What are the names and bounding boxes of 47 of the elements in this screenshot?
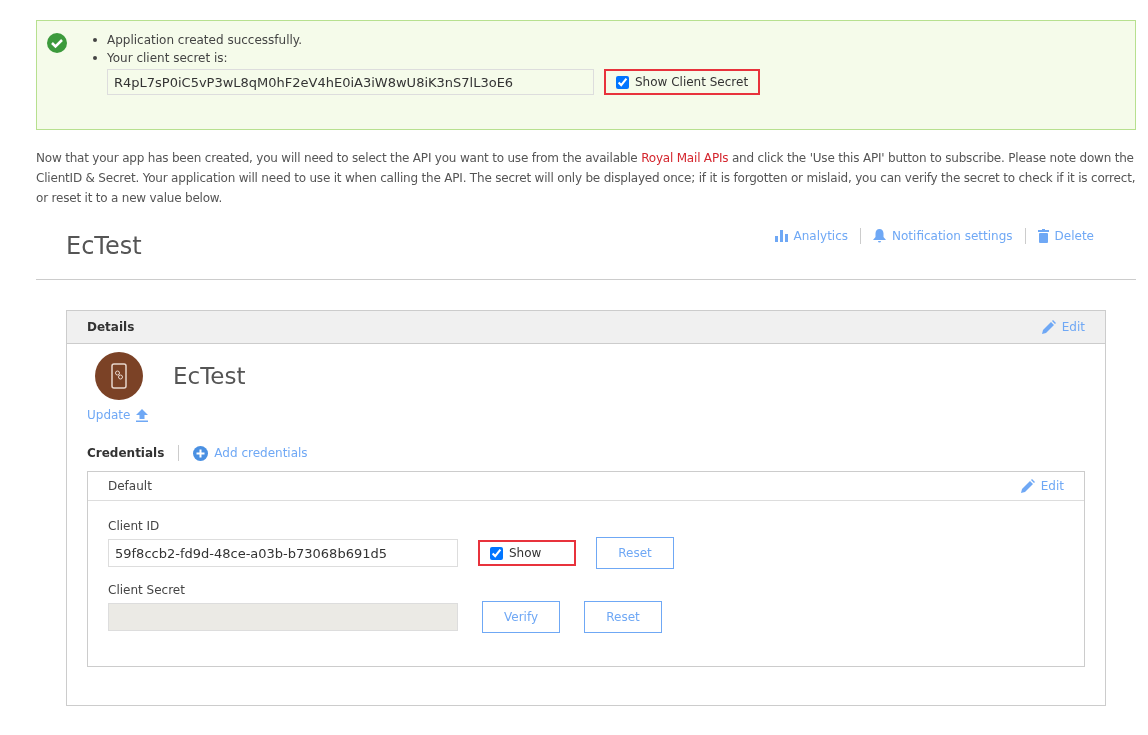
link-label: Add credentials xyxy=(214,446,308,460)
link-label: Edit xyxy=(1040,479,1064,493)
update-link[interactable]: Update xyxy=(87,408,149,422)
app-title: EcTest xyxy=(66,232,142,260)
pencil-icon xyxy=(1041,320,1056,334)
link-label: Analytics xyxy=(793,229,849,243)
client-secret-field[interactable]: R4pL7sP0iC5vP3wL8qM0hF2eV4hE0iA3iW8wU8iK3nS7lL3oE6 xyxy=(107,69,594,95)
bar-chart-icon xyxy=(774,230,788,242)
field-label: Client Secret xyxy=(108,583,186,597)
intro-paragraph: Now that your app has been created, you will need to select the API you want to use from the available Royal Mail APIs and click the 'Use this API' button to subscribe. Please note down the ClientID & Secret. Your application will need to use it when calling the API. The secret will only be displayed once; if it is forgotten or mislaid, you can verify the secret to check if it is correct, or reset it to a new value below. xyxy=(36,150,1136,207)
edit-link[interactable]: Edit xyxy=(1020,479,1064,493)
link-label: Notification settings xyxy=(892,229,1013,243)
client-id-field[interactable]: 59f8ccb2-fd9d-48ce-a03b-b73068b691d5 xyxy=(108,539,458,567)
pencil-icon xyxy=(1020,479,1035,493)
bullet-icon xyxy=(93,56,97,60)
check-circle-icon xyxy=(47,33,67,53)
checkbox-label: Show Client Secret xyxy=(635,75,749,89)
checkbox[interactable] xyxy=(616,75,629,89)
checkbox-label: Show xyxy=(509,546,542,560)
royal-mail-apis-link[interactable]: Royal Mail APIs xyxy=(641,151,729,165)
bullet-icon xyxy=(93,38,97,42)
upload-arrow-icon xyxy=(136,408,149,422)
reset-button[interactable]: Reset xyxy=(596,537,674,569)
reset-button[interactable]: Reset xyxy=(584,601,662,633)
plus-circle-icon xyxy=(193,445,209,461)
credential-name: Default xyxy=(108,479,152,493)
alert-message: Your client secret is: xyxy=(107,51,228,65)
trash-icon xyxy=(1037,229,1049,243)
link-label: Delete xyxy=(1054,229,1094,243)
show-client-secret-checkbox[interactable]: Show Client Secret xyxy=(604,69,761,95)
verify-button[interactable]: Verify xyxy=(482,601,560,633)
delete-link[interactable]: Delete xyxy=(1025,229,1106,243)
field-label: Client ID xyxy=(108,519,161,533)
details-heading: Details xyxy=(87,320,135,334)
link-label: Edit xyxy=(1061,320,1085,334)
show-checkbox[interactable]: Show xyxy=(478,540,576,566)
app-avatar-icon xyxy=(95,352,143,400)
app-name: EcTest xyxy=(173,363,246,389)
edit-link[interactable]: Edit xyxy=(1041,320,1085,334)
alert-message: Application created successfully. xyxy=(107,33,303,47)
add-credentials-link[interactable]: Add credentials xyxy=(193,445,308,461)
notification-link[interactable]: Notification settings xyxy=(861,229,1025,243)
checkbox[interactable] xyxy=(490,546,503,560)
bell-icon xyxy=(873,229,887,243)
credentials-heading: Credentials xyxy=(87,446,165,460)
analytics-link[interactable]: Analytics xyxy=(762,229,861,243)
link-label: Update xyxy=(87,408,131,422)
